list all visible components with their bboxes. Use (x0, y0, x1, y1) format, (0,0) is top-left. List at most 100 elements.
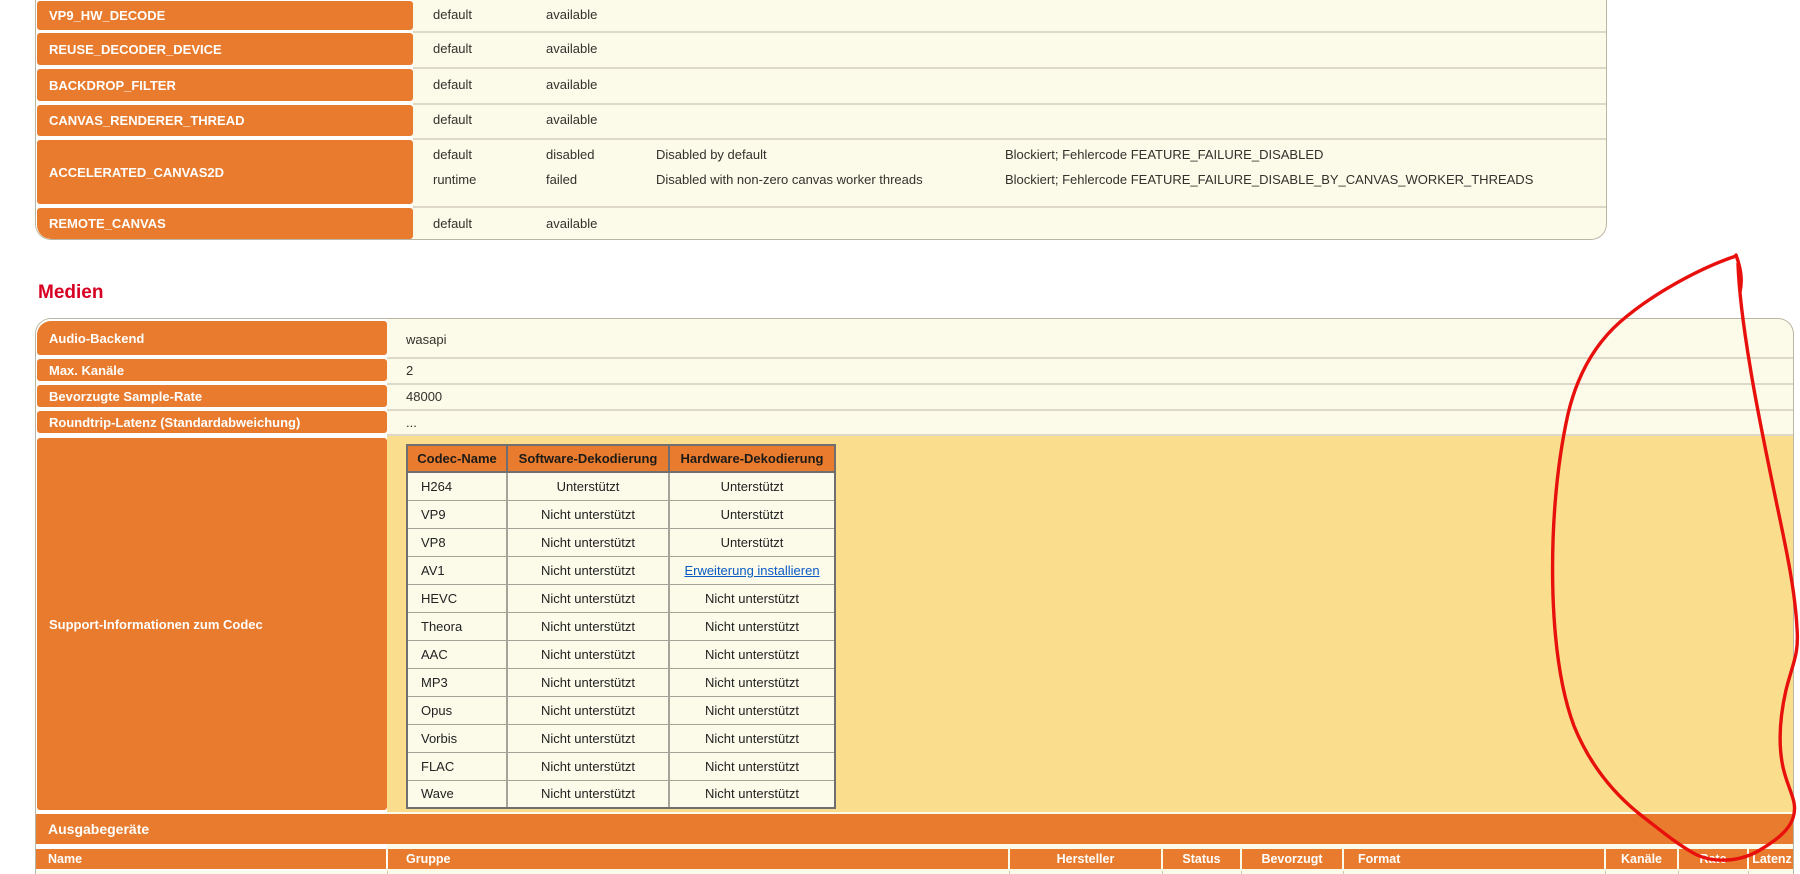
codec-hardware-support: Nicht unterstützt (669, 724, 835, 752)
media-row-label: Roundtrip-Latenz (Standardabweichung) (37, 411, 387, 433)
feature-status: disabled (546, 147, 594, 162)
graphics-features-table: VP9_HW_DECODE REUSE_DECODER_DEVICE BACKD… (35, 0, 1607, 240)
row-divider (413, 138, 1606, 140)
codec-row: Opus Nicht unterstützt Nicht unterstützt (407, 696, 835, 724)
codec-row: FLAC Nicht unterstützt Nicht unterstützt (407, 752, 835, 780)
codec-row: Vorbis Nicht unterstützt Nicht unterstüt… (407, 724, 835, 752)
feature-source: default (433, 112, 472, 127)
feature-source: runtime (433, 172, 476, 187)
feature-label: CANVAS_RENDERER_THREAD (37, 105, 413, 136)
media-value: wasapi (406, 332, 446, 347)
codec-row: MP3 Nicht unterstützt Nicht unterstützt (407, 668, 835, 696)
codec-software-support: Nicht unterstützt (507, 556, 669, 584)
feature-label: VP9_HW_DECODE (37, 1, 413, 30)
feature-status: available (546, 41, 597, 56)
codec-hardware-support: Nicht unterstützt (669, 668, 835, 696)
codec-software-support: Nicht unterstützt (507, 528, 669, 556)
codec-hardware-support: Unterstützt (669, 528, 835, 556)
row-divider (413, 67, 1606, 69)
out-col-kanaele: Kanäle (1606, 849, 1677, 869)
codec-row: HEVC Nicht unterstützt Nicht unterstützt (407, 584, 835, 612)
codec-software-support: Nicht unterstützt (507, 752, 669, 780)
row-divider (387, 409, 1793, 411)
feature-label: REUSE_DECODER_DEVICE (37, 33, 413, 65)
feature-status: failed (546, 172, 577, 187)
codec-row: Wave Nicht unterstützt Nicht unterstützt (407, 780, 835, 808)
codec-name: H264 (407, 472, 507, 500)
codec-software-support: Nicht unterstützt (507, 612, 669, 640)
codec-hardware-support: Unterstützt (669, 472, 835, 500)
install-extension-link[interactable]: Erweiterung installieren (684, 563, 819, 578)
codec-col-header: Hardware-Dekodierung (669, 445, 835, 472)
feature-source: default (433, 7, 472, 22)
feature-source: default (433, 216, 472, 231)
row-divider (413, 103, 1606, 105)
feature-source: default (433, 147, 472, 162)
codec-name: VP8 (407, 528, 507, 556)
codec-row: H264 Unterstützt Unterstützt (407, 472, 835, 500)
output-devices-band: Ausgabegeräte (36, 814, 1794, 844)
troubleshooting-page: VP9_HW_DECODE REUSE_DECODER_DEVICE BACKD… (0, 0, 1800, 874)
codec-hardware-support: Nicht unterstützt (669, 640, 835, 668)
feature-source: default (433, 77, 472, 92)
codec-name: AV1 (407, 556, 507, 584)
codec-support-table: Codec-Name Software-Dekodierung Hardware… (406, 444, 836, 809)
feature-failure-id: Blockiert; Fehlercode FEATURE_FAILURE_DI… (1005, 172, 1533, 187)
codec-row: VP9 Nicht unterstützt Unterstützt (407, 500, 835, 528)
media-row-label: Max. Kanäle (37, 359, 387, 381)
media-value: 48000 (406, 389, 442, 404)
out-col-gruppe: Gruppe (388, 849, 1008, 869)
out-col-name: Name (36, 849, 386, 869)
codec-software-support: Nicht unterstützt (507, 696, 669, 724)
feature-failure-id: Blockiert; Fehlercode FEATURE_FAILURE_DI… (1005, 147, 1323, 162)
codec-name: Vorbis (407, 724, 507, 752)
feature-label: BACKDROP_FILTER (37, 69, 413, 101)
out-col-hersteller: Hersteller (1010, 849, 1161, 869)
codec-hardware-support: Unterstützt (669, 500, 835, 528)
out-col-status: Status (1163, 849, 1240, 869)
codec-col-header: Software-Dekodierung (507, 445, 669, 472)
row-divider (387, 434, 1793, 436)
codec-row: AAC Nicht unterstützt Nicht unterstützt (407, 640, 835, 668)
codec-name: MP3 (407, 668, 507, 696)
codec-name: AAC (407, 640, 507, 668)
feature-status: available (546, 112, 597, 127)
feature-label: REMOTE_CANVAS (37, 208, 413, 239)
out-col-rate: Rate (1679, 849, 1747, 869)
codec-name: FLAC (407, 752, 507, 780)
codec-row: AV1 Nicht unterstützt Erweiterung instal… (407, 556, 835, 584)
codec-hardware-support: Nicht unterstützt (669, 584, 835, 612)
codec-software-support: Nicht unterstützt (507, 500, 669, 528)
codec-software-support: Nicht unterstützt (507, 584, 669, 612)
media-value: 2 (406, 363, 413, 378)
feature-status: available (546, 77, 597, 92)
media-row-label: Audio-Backend (37, 321, 387, 355)
codec-col-header: Codec-Name (407, 445, 507, 472)
codec-software-support: Unterstützt (507, 472, 669, 500)
codec-software-support: Nicht unterstützt (507, 668, 669, 696)
media-row-label-codec: Support-Informationen zum Codec (37, 438, 387, 810)
feature-message: Disabled by default (656, 147, 767, 162)
out-col-latenz: Latenz (1749, 849, 1794, 869)
codec-software-support: Nicht unterstützt (507, 780, 669, 808)
out-col-format: Format (1344, 849, 1604, 869)
codec-row: VP8 Nicht unterstützt Unterstützt (407, 528, 835, 556)
codec-name: Wave (407, 780, 507, 808)
media-value: ... (406, 415, 417, 430)
codec-name: HEVC (407, 584, 507, 612)
out-col-bevorzugt: Bevorzugt (1242, 849, 1342, 869)
codec-name: Theora (407, 612, 507, 640)
row-divider (413, 206, 1606, 208)
row-divider (387, 383, 1793, 385)
codec-software-support: Nicht unterstützt (507, 640, 669, 668)
row-divider (387, 357, 1793, 359)
feature-source: default (433, 41, 472, 56)
codec-hardware-support: Nicht unterstützt (669, 696, 835, 724)
codec-hardware-support: Nicht unterstützt (669, 612, 835, 640)
codec-hardware-support: Nicht unterstützt (669, 752, 835, 780)
codec-software-support: Nicht unterstützt (507, 724, 669, 752)
row-divider (413, 31, 1606, 33)
media-row-label: Bevorzugte Sample-Rate (37, 385, 387, 407)
codec-name: Opus (407, 696, 507, 724)
codec-hardware-support: Nicht unterstützt (669, 780, 835, 808)
